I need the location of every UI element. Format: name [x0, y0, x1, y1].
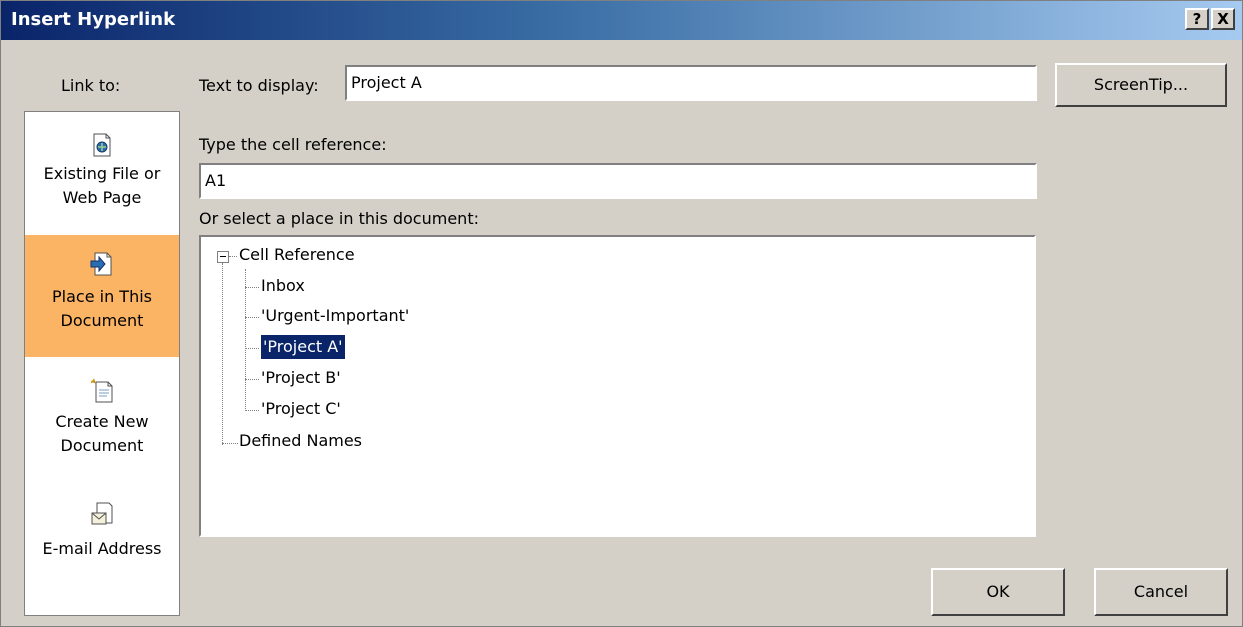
close-button[interactable]: X [1211, 8, 1235, 30]
existing-file-icon [93, 133, 111, 157]
cell-reference-input[interactable]: A1 [199, 163, 1037, 199]
tree-node-cell-reference[interactable]: Cell Reference [239, 243, 355, 267]
screentip-button[interactable]: ScreenTip... [1055, 63, 1227, 107]
tree-node-urgent-important[interactable]: 'Urgent-Important' [261, 304, 409, 328]
link-item-label: E-mail Address [42, 539, 162, 558]
email-address-icon [91, 502, 113, 525]
link-to-bar: Existing File or Web Page Place in This … [24, 111, 180, 616]
link-item-label: Document [60, 436, 144, 455]
tree-line [245, 287, 259, 288]
tree-line [245, 348, 259, 349]
text-to-display-input[interactable]: Project A [345, 65, 1037, 101]
cancel-button[interactable]: Cancel [1094, 568, 1228, 616]
tree-node-project-c[interactable]: 'Project C' [261, 397, 341, 421]
collapse-icon[interactable] [217, 251, 229, 263]
tree-node-project-a[interactable]: 'Project A' [261, 335, 345, 359]
tree-line [245, 317, 259, 318]
cell-reference-label: Type the cell reference: [199, 135, 387, 154]
link-item-label: Create New [55, 412, 149, 431]
create-new-document-icon [90, 378, 113, 403]
help-button[interactable]: ? [1185, 8, 1209, 30]
tree-line [245, 269, 246, 411]
link-item-label: Place in This [52, 287, 152, 306]
tree-node-inbox[interactable]: Inbox [261, 274, 305, 298]
tree-line [222, 263, 223, 445]
place-in-document-icon [90, 252, 112, 276]
tree-node-project-b[interactable]: 'Project B' [261, 366, 341, 390]
ok-button[interactable]: OK [931, 568, 1065, 616]
insert-hyperlink-dialog: Insert Hyperlink ? X Link to: Existing F… [0, 0, 1243, 627]
tree-line [229, 256, 237, 257]
tree-node-defined-names[interactable]: Defined Names [239, 429, 362, 453]
tree-line [222, 443, 238, 444]
tree-line [245, 410, 259, 411]
link-to-label: Link to: [61, 76, 121, 95]
link-item-email-address[interactable]: E-mail Address [25, 481, 179, 603]
link-item-existing-file[interactable]: Existing File or Web Page [25, 112, 179, 234]
link-item-label: Existing File or [43, 164, 161, 183]
title-bar: Insert Hyperlink ? X [1, 1, 1242, 40]
link-item-create-new[interactable]: Create New Document [25, 358, 179, 480]
link-item-label: Web Page [62, 188, 142, 207]
select-place-label: Or select a place in this document: [199, 209, 479, 228]
place-tree[interactable]: Cell Reference Inbox 'Urgent-Important' … [199, 235, 1036, 537]
tree-line [245, 379, 259, 380]
link-item-label: Document [60, 311, 144, 330]
window-title: Insert Hyperlink [11, 9, 176, 30]
text-to-display-label: Text to display: [199, 76, 319, 95]
link-item-place-in-document[interactable]: Place in This Document [25, 235, 179, 357]
